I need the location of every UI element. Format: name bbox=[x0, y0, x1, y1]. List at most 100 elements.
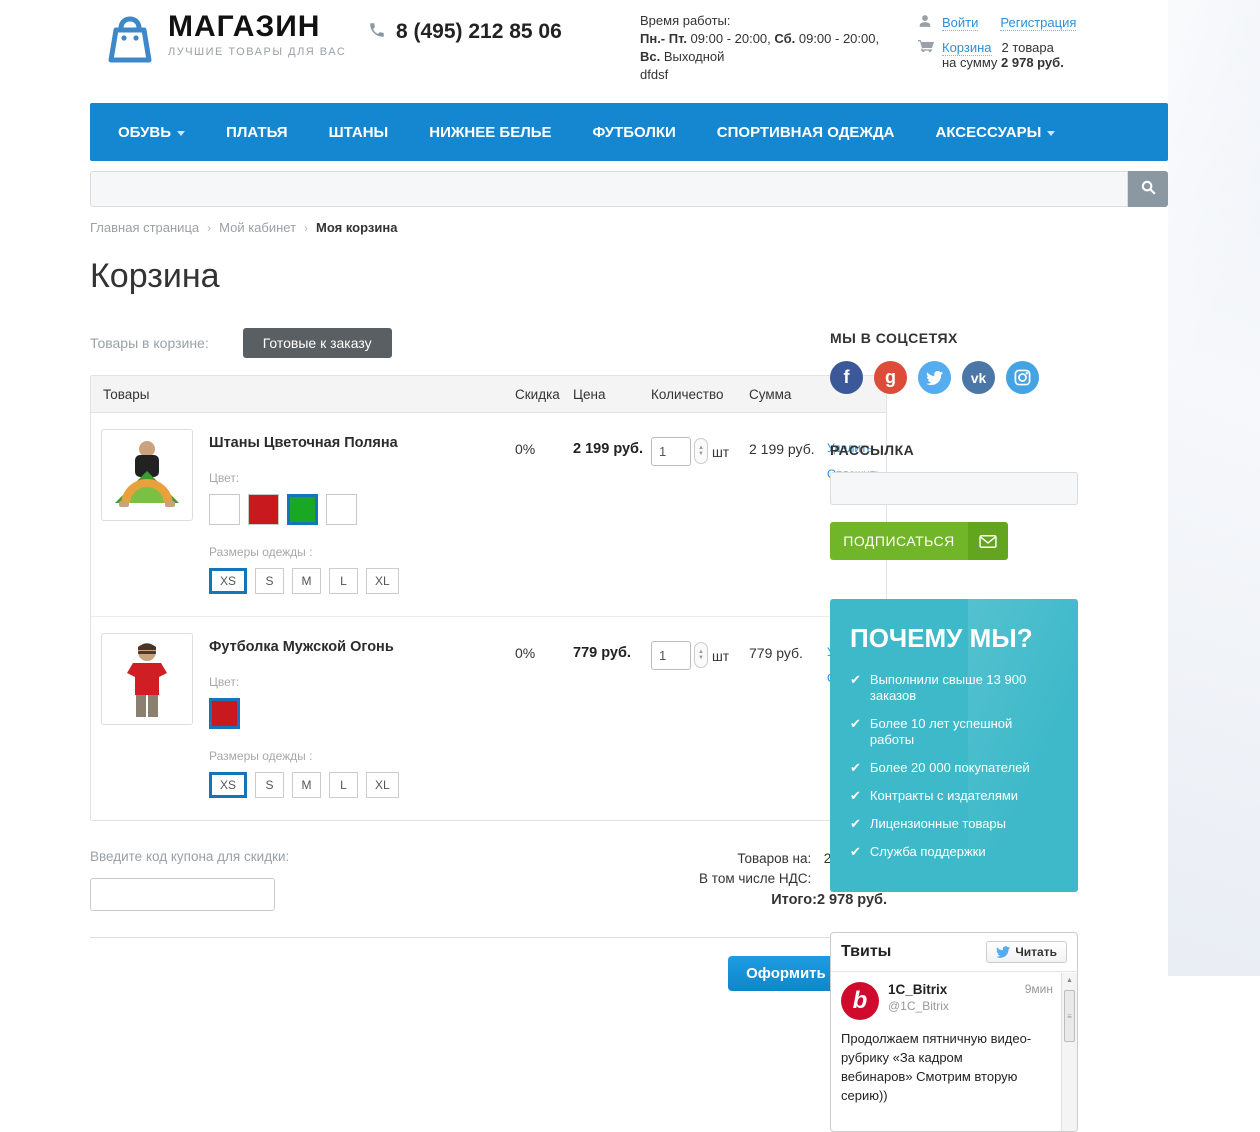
google-plus-icon[interactable]: g bbox=[874, 361, 907, 394]
hours-sat-label: Сб. bbox=[774, 31, 795, 46]
phone-icon bbox=[368, 21, 386, 44]
color-swatch-red-selected[interactable] bbox=[209, 698, 240, 729]
bitrix-avatar[interactable]: b bbox=[841, 982, 879, 1020]
sum-value: 779 руб. bbox=[749, 633, 827, 798]
search-input[interactable] bbox=[90, 171, 1128, 207]
account-block: Войти Регистрация Корзина 2 товара на су… bbox=[918, 14, 1076, 70]
size-option-l[interactable]: L bbox=[329, 568, 358, 594]
breadcrumb-current: Моя корзина bbox=[316, 220, 397, 235]
subscribe-button[interactable]: ПОДПИСАТЬСЯ bbox=[830, 522, 1008, 560]
discount-value: 0% bbox=[515, 633, 573, 798]
working-hours: Время работы: Пн.- Пт. 09:00 - 20:00, Сб… bbox=[640, 12, 900, 84]
price-value: 779 руб. bbox=[573, 633, 651, 798]
facebook-icon[interactable]: f bbox=[830, 361, 863, 394]
phone-number[interactable]: 8 (495) 212 85 06 bbox=[396, 20, 562, 44]
coupon-label: Введите код купона для скидки: bbox=[90, 849, 289, 864]
shopping-bag-icon bbox=[106, 10, 154, 71]
size-option-s[interactable]: S bbox=[255, 772, 284, 798]
instagram-icon[interactable] bbox=[1006, 361, 1039, 394]
newsletter-email-input[interactable] bbox=[830, 472, 1078, 505]
col-header-discount: Скидка bbox=[515, 387, 573, 402]
breadcrumb: Главная страница›Мой кабинет›Моя корзина bbox=[90, 220, 1168, 235]
site-header: МАГАЗИН ЛУЧШИЕ ТОВАРЫ ДЛЯ ВАС 8 (495) 21… bbox=[90, 0, 1168, 103]
breadcrumb-home[interactable]: Главная страница bbox=[90, 220, 199, 235]
search-bar bbox=[90, 171, 1168, 207]
store-logo[interactable]: МАГАЗИН ЛУЧШИЕ ТОВАРЫ ДЛЯ ВАС bbox=[106, 10, 346, 71]
check-icon: ✔ bbox=[850, 844, 861, 860]
background-pattern bbox=[1168, 0, 1260, 976]
nav-item-shoes[interactable]: ОБУВЬ bbox=[118, 124, 185, 141]
why-us-item: Выполнили свыше 13 900 заказов bbox=[870, 672, 1060, 704]
nav-item-dresses[interactable]: ПЛАТЬЯ bbox=[226, 124, 288, 141]
main-nav: ОБУВЬ ПЛАТЬЯ ШТАНЫ НИЖНЕЕ БЕЛЬЕ ФУТБОЛКИ… bbox=[90, 103, 1168, 161]
unit-label: шт bbox=[712, 641, 729, 664]
color-label: Цвет: bbox=[209, 675, 407, 689]
size-option-m[interactable]: M bbox=[292, 568, 321, 594]
color-swatch-red[interactable] bbox=[248, 494, 279, 525]
cart-link[interactable]: Корзина bbox=[942, 40, 992, 56]
size-option-xs-selected[interactable]: XS bbox=[209, 568, 247, 594]
color-swatch-green-selected[interactable] bbox=[287, 494, 318, 525]
search-button[interactable] bbox=[1128, 171, 1168, 207]
sizes-label: Размеры одежды : bbox=[209, 749, 407, 763]
quantity-stepper[interactable]: ▲▼ bbox=[694, 438, 708, 464]
why-us-title: ПОЧЕМУ МЫ? bbox=[850, 623, 1060, 654]
product-photo[interactable] bbox=[101, 633, 193, 725]
scrollbar-thumb[interactable]: ≡ bbox=[1064, 990, 1075, 1042]
check-icon: ✔ bbox=[850, 672, 861, 704]
col-header-sum: Сумма bbox=[749, 387, 827, 402]
price-value: 2 199 руб. bbox=[573, 429, 651, 594]
nav-item-accessories[interactable]: АКСЕССУАРЫ bbox=[936, 124, 1056, 141]
nav-item-pants[interactable]: ШТАНЫ bbox=[329, 124, 389, 141]
scroll-up-icon[interactable]: ▲ bbox=[1062, 973, 1077, 988]
working-hours-title: Время работы: bbox=[640, 12, 900, 30]
product-name[interactable]: Футболка Мужской Огонь bbox=[209, 633, 407, 655]
tweet-author[interactable]: 1C_Bitrix bbox=[888, 982, 1025, 997]
check-icon: ✔ bbox=[850, 716, 861, 748]
register-link[interactable]: Регистрация bbox=[1000, 15, 1076, 31]
col-header-price: Цена bbox=[573, 387, 651, 402]
login-link[interactable]: Войти bbox=[942, 15, 978, 31]
sidebar: МЫ В СОЦСЕТЯХ f g vk РАССЫЛКА ПОДПИСАТЬС… bbox=[830, 330, 1078, 1132]
hours-sun-label: Вс. bbox=[640, 49, 660, 64]
size-option-xl[interactable]: XL bbox=[366, 772, 399, 798]
twitter-follow-button[interactable]: Читать bbox=[986, 941, 1067, 963]
nav-item-underwear[interactable]: НИЖНЕЕ БЕЛЬЕ bbox=[429, 124, 551, 141]
product-name[interactable]: Штаны Цветочная Поляна bbox=[209, 429, 407, 451]
quantity-stepper[interactable]: ▲▼ bbox=[694, 642, 708, 668]
size-option-xl[interactable]: XL bbox=[366, 568, 399, 594]
quantity-input[interactable] bbox=[651, 641, 691, 670]
tweets-scrollbar[interactable]: ▲ ≡ bbox=[1061, 973, 1077, 1131]
check-icon: ✔ bbox=[850, 816, 861, 832]
quantity-input[interactable] bbox=[651, 437, 691, 466]
why-us-item: Лицензионные товары bbox=[870, 816, 1006, 832]
logo-tagline: ЛУЧШИЕ ТОВАРЫ ДЛЯ ВАС bbox=[168, 46, 346, 58]
vk-icon[interactable]: vk bbox=[962, 361, 995, 394]
tab-ready-to-order[interactable]: Готовые к заказу bbox=[243, 328, 392, 358]
why-us-block: ПОЧЕМУ МЫ? ✔ Выполнили свыше 13 900 заказ… bbox=[830, 599, 1078, 892]
twitter-icon[interactable] bbox=[918, 361, 951, 394]
tweet-time: 9мин bbox=[1025, 982, 1053, 1020]
coupon-input[interactable] bbox=[90, 878, 275, 911]
breadcrumb-account[interactable]: Мой кабинет bbox=[219, 220, 296, 235]
header-phone: 8 (495) 212 85 06 bbox=[368, 20, 562, 44]
cart-table: Товары Скидка Цена Количество Сумма bbox=[90, 375, 887, 821]
color-swatch-white[interactable] bbox=[326, 494, 357, 525]
tweet-handle: @1C_Bitrix bbox=[888, 999, 1025, 1013]
product-photo[interactable] bbox=[101, 429, 193, 521]
nav-item-sportswear[interactable]: СПОРТИВНАЯ ОДЕЖДА bbox=[717, 124, 895, 141]
tweets-widget: Твиты Читать b 1C_Bitrix @1C_Bitrix 9мин… bbox=[830, 932, 1078, 1132]
nav-item-tshirts[interactable]: ФУТБОЛКИ bbox=[593, 124, 676, 141]
cart-sum-prefix: на сумму bbox=[942, 55, 1001, 70]
coupon-block: Введите код купона для скидки: bbox=[90, 849, 289, 911]
size-option-l[interactable]: L bbox=[329, 772, 358, 798]
size-option-s[interactable]: S bbox=[255, 568, 284, 594]
col-header-quantity: Количество bbox=[651, 387, 749, 402]
tweets-title: Твиты bbox=[841, 943, 891, 961]
size-option-m[interactable]: M bbox=[292, 772, 321, 798]
size-option-xs-selected[interactable]: XS bbox=[209, 772, 247, 798]
color-swatch-white[interactable] bbox=[209, 494, 240, 525]
newsletter-title: РАССЫЛКА bbox=[830, 442, 1078, 458]
hours-weekdays-time: 09:00 - 20:00, bbox=[687, 31, 774, 46]
totals-items-label: Товаров на: bbox=[737, 849, 811, 869]
